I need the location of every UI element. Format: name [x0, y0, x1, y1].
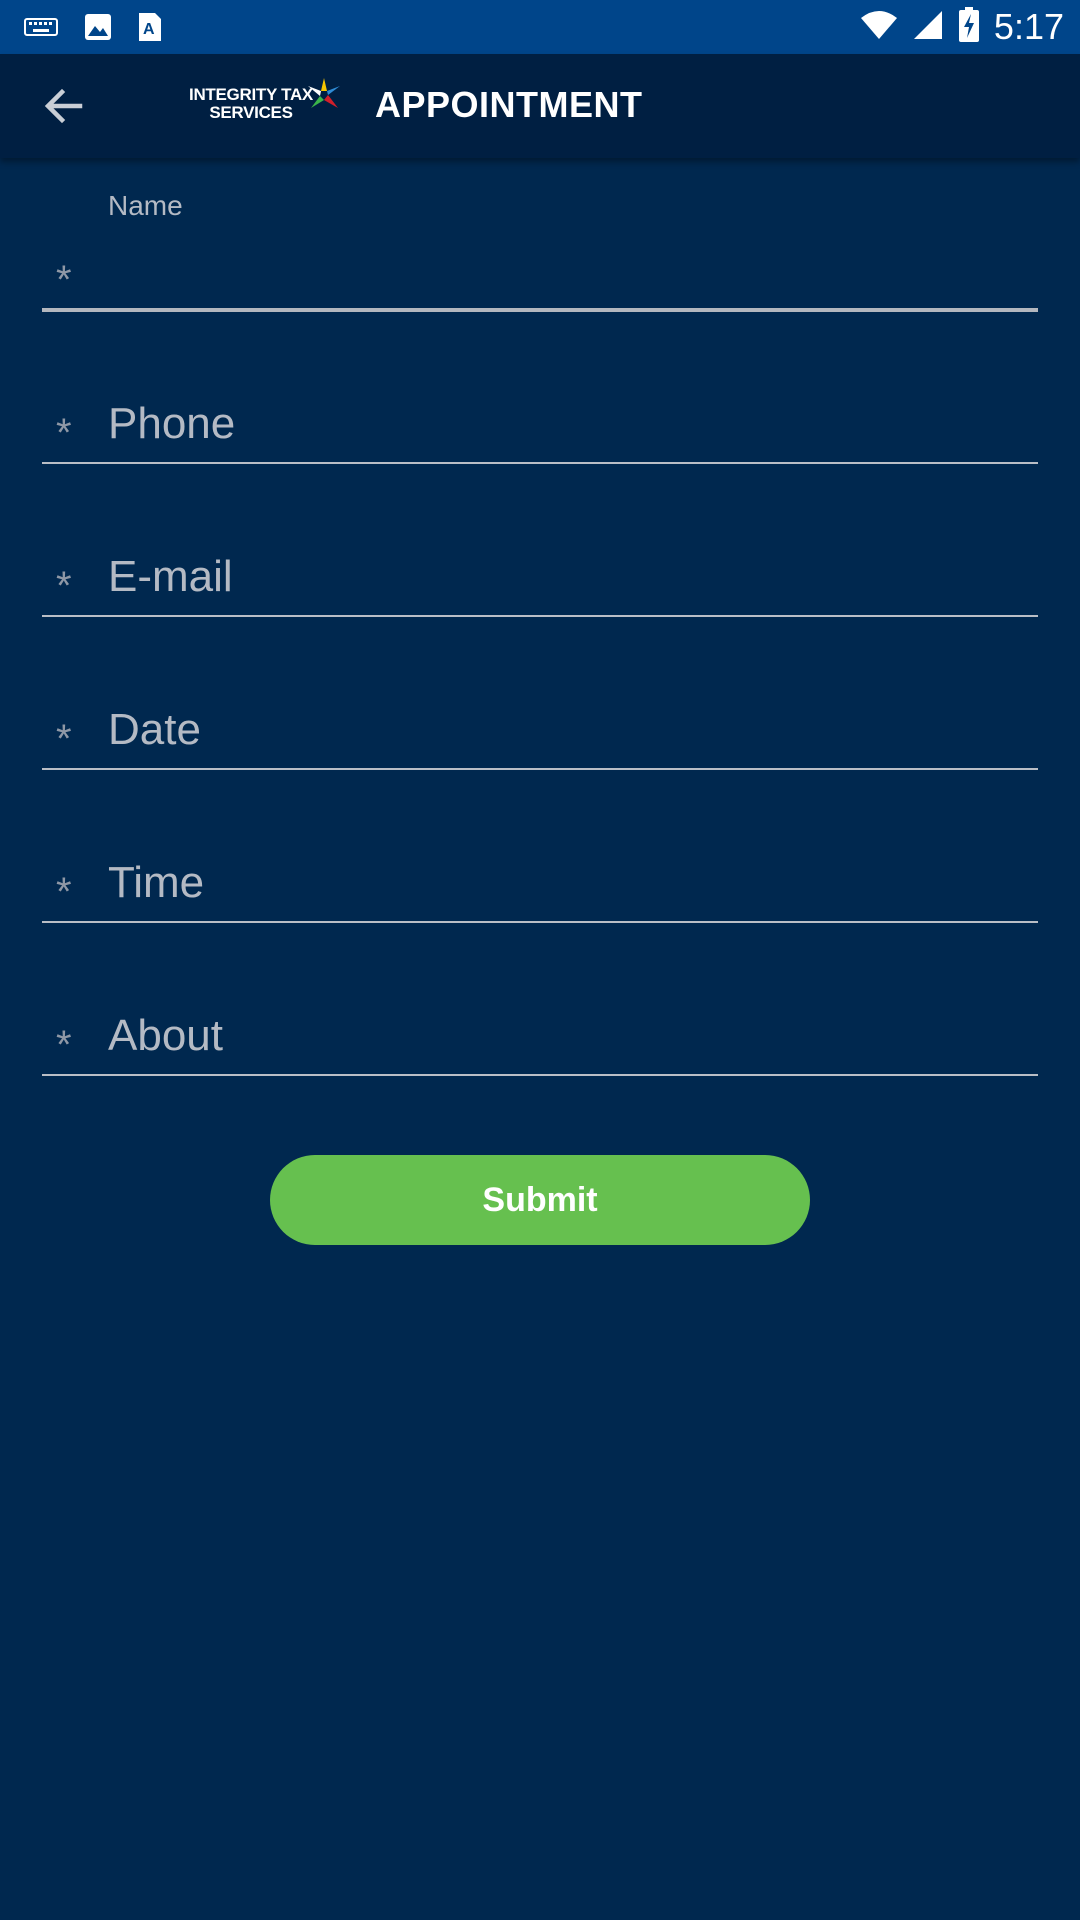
required-marker: *	[56, 1023, 72, 1067]
logo-line1: INTEGRITY TAX	[189, 85, 313, 104]
required-marker: *	[56, 564, 72, 608]
signal-icon	[912, 9, 944, 46]
about-placeholder: About	[108, 1011, 223, 1060]
email-placeholder: E-mail	[108, 552, 233, 601]
email-underline	[42, 615, 1038, 617]
star-logo-icon	[308, 78, 340, 108]
date-field[interactable]: * Date	[42, 701, 1038, 771]
time-field[interactable]: * Time	[42, 854, 1038, 924]
date-placeholder: Date	[108, 705, 201, 754]
status-bar: A 5:17	[0, 0, 1080, 54]
logo-line2: SERVICES	[209, 103, 293, 122]
page-title: APPOINTMENT	[375, 84, 643, 125]
about-underline	[42, 1074, 1038, 1076]
submit-button[interactable]: Submit	[270, 1155, 810, 1245]
integrity-tax-logo: INTEGRITY TAX SERVICES	[186, 76, 342, 136]
app-bar: INTEGRITY TAX SERVICES APPOINTMENT	[0, 54, 1080, 158]
phone-placeholder: Phone	[108, 399, 236, 448]
required-marker: *	[56, 411, 72, 455]
svg-text:A: A	[143, 21, 155, 38]
wifi-icon	[860, 10, 898, 45]
name-label: Name	[108, 190, 183, 221]
required-marker: *	[56, 870, 72, 914]
back-button[interactable]	[38, 80, 90, 132]
time-placeholder: Time	[108, 858, 205, 907]
font-icon: A	[138, 12, 162, 47]
email-field[interactable]: * E-mail	[42, 548, 1038, 618]
name-underline	[42, 308, 1038, 312]
time-underline	[42, 921, 1038, 923]
phone-underline	[42, 462, 1038, 464]
battery-charging-icon	[958, 6, 980, 48]
required-marker: *	[56, 717, 72, 761]
phone-field[interactable]: * Phone	[42, 395, 1038, 465]
about-field[interactable]: * About	[42, 1007, 1038, 1077]
required-marker: *	[56, 258, 72, 302]
keyboard-icon	[24, 15, 58, 44]
name-field[interactable]: Name *	[42, 190, 1038, 315]
date-underline	[42, 768, 1038, 770]
arrow-back-icon	[44, 88, 83, 124]
image-icon	[84, 13, 112, 46]
status-time: 5:17	[993, 6, 1064, 47]
